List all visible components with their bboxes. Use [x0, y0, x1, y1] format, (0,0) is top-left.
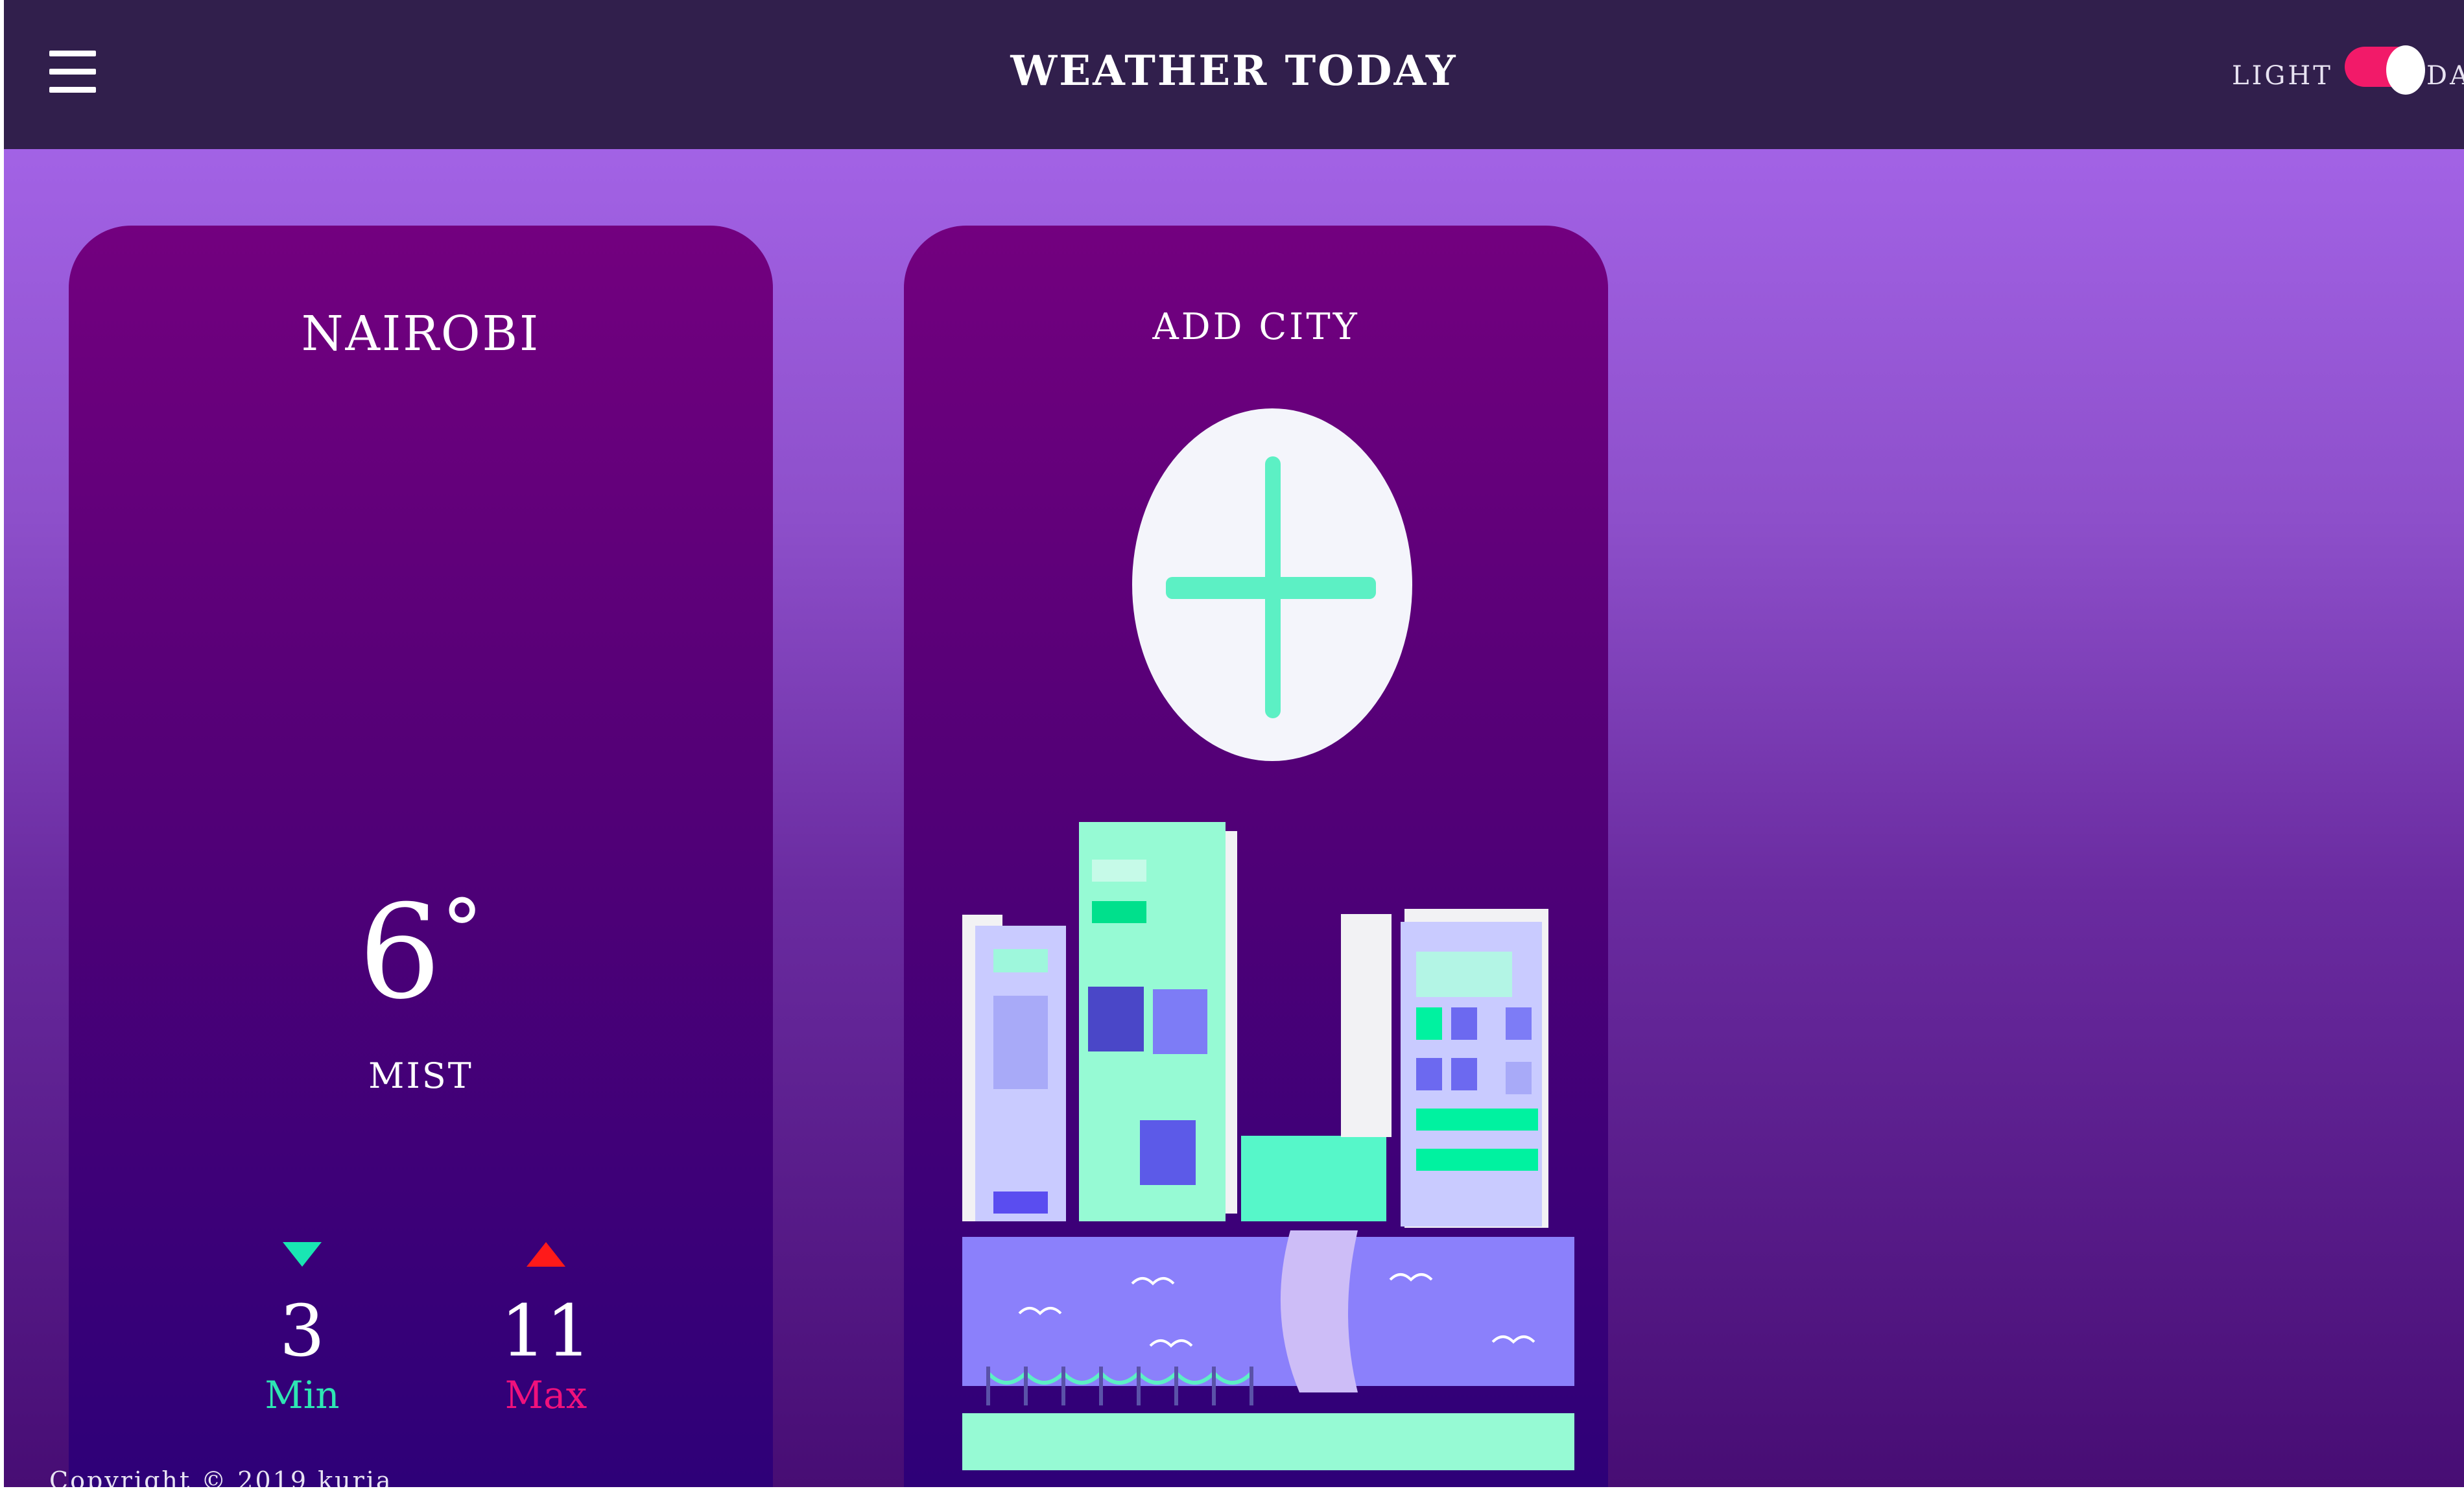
max-temperature: 11 Max — [481, 1242, 611, 1417]
toggle-knob — [2386, 45, 2425, 95]
min-temperature: 3 Min — [237, 1242, 367, 1417]
max-value: 11 — [501, 1289, 591, 1372]
temperature: 6° — [69, 888, 773, 1018]
light-mode-label: LIGHT — [2232, 61, 2333, 91]
top-navbar: WEATHER TODAY LIGHT DAF — [4, 0, 2464, 149]
city-skyline-illustration — [962, 822, 1574, 1470]
add-city-button[interactable] — [1132, 408, 1412, 761]
min-label: Min — [265, 1373, 340, 1417]
dark-mode-label: DAF — [2426, 61, 2464, 91]
copyright-footer: Copyright © 2019 kuria — [49, 1466, 393, 1487]
city-name: NAIROBI — [301, 306, 541, 362]
temperature-value: 6 — [358, 877, 442, 1028]
theme-toggle[interactable] — [2345, 45, 2425, 95]
add-city-title: ADD CITY — [1152, 306, 1360, 348]
arrow-down-icon — [283, 1242, 322, 1267]
arrow-up-icon — [527, 1242, 565, 1267]
degree-symbol: ° — [441, 881, 484, 980]
page: WEATHER TODAY LIGHT DAF NAIROBI 6° MIST … — [4, 0, 2464, 1487]
city-weather-card[interactable]: NAIROBI 6° MIST 3 Min 11 Max — [69, 226, 773, 1487]
add-city-card: ADD CITY — [904, 226, 1608, 1487]
min-value: 3 — [279, 1289, 325, 1372]
weather-condition: MIST — [368, 1055, 473, 1096]
app-title: WEATHER TODAY — [1010, 47, 1458, 95]
max-label: Max — [504, 1373, 587, 1417]
